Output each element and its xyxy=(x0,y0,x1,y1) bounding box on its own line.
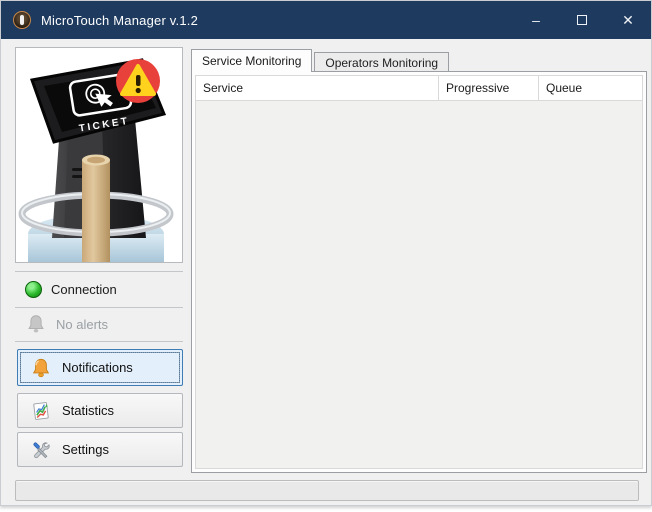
column-header-progressive[interactable]: Progressive xyxy=(439,76,539,100)
bell-muted-icon xyxy=(28,315,44,333)
table-header-row: Service Progressive Queue xyxy=(196,76,642,101)
tab-strip: Service Monitoring Operators Monitoring xyxy=(191,49,450,72)
close-button[interactable]: ✕ xyxy=(605,1,651,39)
table-body-empty xyxy=(196,101,642,468)
window-controls: – ✕ xyxy=(513,1,651,39)
tab-operators-monitoring-label: Operators Monitoring xyxy=(325,55,439,70)
window-title: MicroTouch Manager v.1.2 xyxy=(41,12,199,28)
connection-status: Connection xyxy=(25,278,117,300)
connection-label: Connection xyxy=(51,281,117,297)
maximize-icon xyxy=(577,15,587,25)
tab-operators-monitoring[interactable]: Operators Monitoring xyxy=(314,52,450,72)
settings-label: Settings xyxy=(62,442,109,457)
column-header-service-label: Service xyxy=(203,81,244,95)
bell-icon xyxy=(32,358,50,377)
column-header-queue[interactable]: Queue xyxy=(539,76,642,100)
divider xyxy=(15,271,183,272)
app-icon xyxy=(13,11,31,29)
statistics-button[interactable]: Statistics xyxy=(17,393,183,428)
column-header-service[interactable]: Service xyxy=(196,76,439,100)
divider xyxy=(15,341,183,342)
notifications-button[interactable]: Notifications xyxy=(17,349,183,386)
chart-icon xyxy=(33,401,49,420)
tools-icon xyxy=(33,441,50,458)
statistics-label: Statistics xyxy=(62,403,115,418)
settings-button[interactable]: Settings xyxy=(17,432,183,467)
column-header-queue-label: Queue xyxy=(546,81,583,95)
tab-service-monitoring[interactable]: Service Monitoring xyxy=(191,49,313,72)
service-monitoring-panel: Service Progressive Queue xyxy=(191,71,647,473)
close-icon: ✕ xyxy=(622,11,634,28)
tab-service-monitoring-label: Service Monitoring xyxy=(202,54,302,68)
maximize-button[interactable] xyxy=(559,1,605,39)
status-bar xyxy=(15,480,639,501)
title-bar: MicroTouch Manager v.1.2 – ✕ xyxy=(1,1,651,39)
column-header-progressive-label: Progressive xyxy=(446,81,510,95)
minimize-button[interactable]: – xyxy=(513,1,559,39)
app-window: MicroTouch Manager v.1.2 – ✕ TICKET Conn… xyxy=(0,0,652,506)
alerts-status: No alerts xyxy=(25,313,108,335)
notifications-label: Notifications xyxy=(62,360,133,375)
divider xyxy=(15,307,183,308)
warning-badge xyxy=(116,59,160,103)
no-alerts-label: No alerts xyxy=(56,316,109,332)
connection-led-icon xyxy=(25,280,42,298)
services-table: Service Progressive Queue xyxy=(195,75,643,469)
minimize-icon: – xyxy=(532,12,540,28)
kiosk-image: TICKET xyxy=(15,47,183,263)
kiosk-illustration: TICKET xyxy=(18,58,174,262)
